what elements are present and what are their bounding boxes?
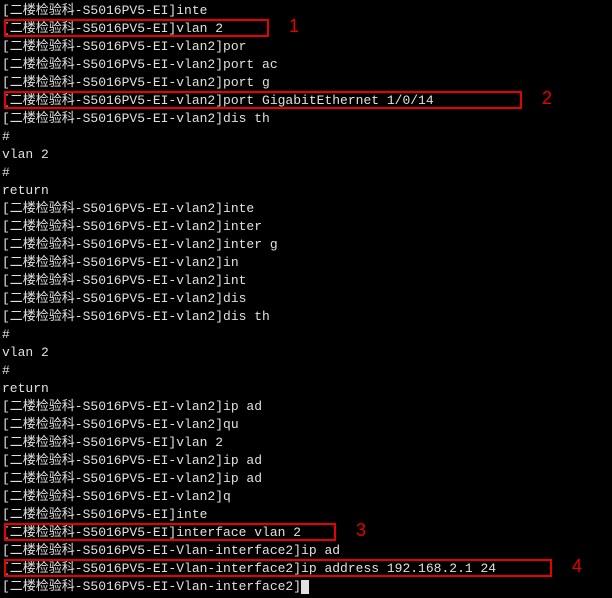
annotation-number-2: 2 [542, 89, 552, 107]
terminal-line: [二楼检验科-S5016PV5-EI-vlan2]port ac [2, 56, 610, 74]
terminal-line: [二楼检验科-S5016PV5-EI-vlan2]dis th [2, 308, 610, 326]
annotation-number-3: 3 [356, 521, 366, 539]
terminal-line: [二楼检验科-S5016PV5-EI]inte [2, 2, 610, 20]
cursor [301, 580, 309, 594]
terminal-line: [二楼检验科-S5016PV5-EI-vlan2]inter g [2, 236, 610, 254]
terminal-line: vlan 2 [2, 146, 610, 164]
terminal-line: # [2, 164, 610, 182]
terminal-line: [二楼检验科-S5016PV5-EI-vlan2]qu [2, 416, 610, 434]
terminal-line: [二楼检验科-S5016PV5-EI-vlan2]in [2, 254, 610, 272]
terminal-line: [二楼检验科-S5016PV5-EI-vlan2]int [2, 272, 610, 290]
terminal-line: # [2, 362, 610, 380]
terminal-line: [二楼检验科-S5016PV5-EI-vlan2]por [2, 38, 610, 56]
annotation-number-4: 4 [572, 557, 582, 575]
terminal-line: [二楼检验科-S5016PV5-EI-vlan2]ip ad [2, 470, 610, 488]
terminal-line: vlan 2 [2, 344, 610, 362]
terminal-line: [二楼检验科-S5016PV5-EI-vlan2]q [2, 488, 610, 506]
annotation-number-1: 1 [289, 17, 299, 35]
terminal-line: [二楼检验科-S5016PV5-EI-vlan2]port GigabitEth… [2, 92, 610, 110]
terminal-line: [二楼检验科-S5016PV5-EI-vlan2]ip ad [2, 398, 610, 416]
terminal-line: [二楼检验科-S5016PV5-EI]interface vlan 2 [2, 524, 610, 542]
terminal-line: [二楼检验科-S5016PV5-EI-vlan2]dis [2, 290, 610, 308]
terminal-output[interactable]: [二楼检验科-S5016PV5-EI]inte[二楼检验科-S5016PV5-E… [0, 0, 612, 598]
terminal-line: [二楼检验科-S5016PV5-EI-vlan2]inte [2, 200, 610, 218]
terminal-line: [二楼检验科-S5016PV5-EI-Vlan-interface2] [2, 578, 610, 596]
terminal-line: [二楼检验科-S5016PV5-EI-vlan2]port g [2, 74, 610, 92]
terminal-line: [二楼检验科-S5016PV5-EI-vlan2]ip ad [2, 452, 610, 470]
terminal-line: return [2, 182, 610, 200]
terminal-line: # [2, 128, 610, 146]
terminal-line: [二楼检验科-S5016PV5-EI]inte [2, 506, 610, 524]
terminal-line: [二楼检验科-S5016PV5-EI-Vlan-interface2]ip ad [2, 542, 610, 560]
terminal-line: [二楼检验科-S5016PV5-EI-vlan2]inter [2, 218, 610, 236]
terminal-line: # [2, 326, 610, 344]
terminal-line: return [2, 380, 610, 398]
terminal-line: [二楼检验科-S5016PV5-EI]vlan 2 [2, 20, 610, 38]
terminal-line: [二楼检验科-S5016PV5-EI]vlan 2 [2, 434, 610, 452]
terminal-line: [二楼检验科-S5016PV5-EI-vlan2]dis th [2, 110, 610, 128]
terminal-line: [二楼检验科-S5016PV5-EI-Vlan-interface2]ip ad… [2, 560, 610, 578]
